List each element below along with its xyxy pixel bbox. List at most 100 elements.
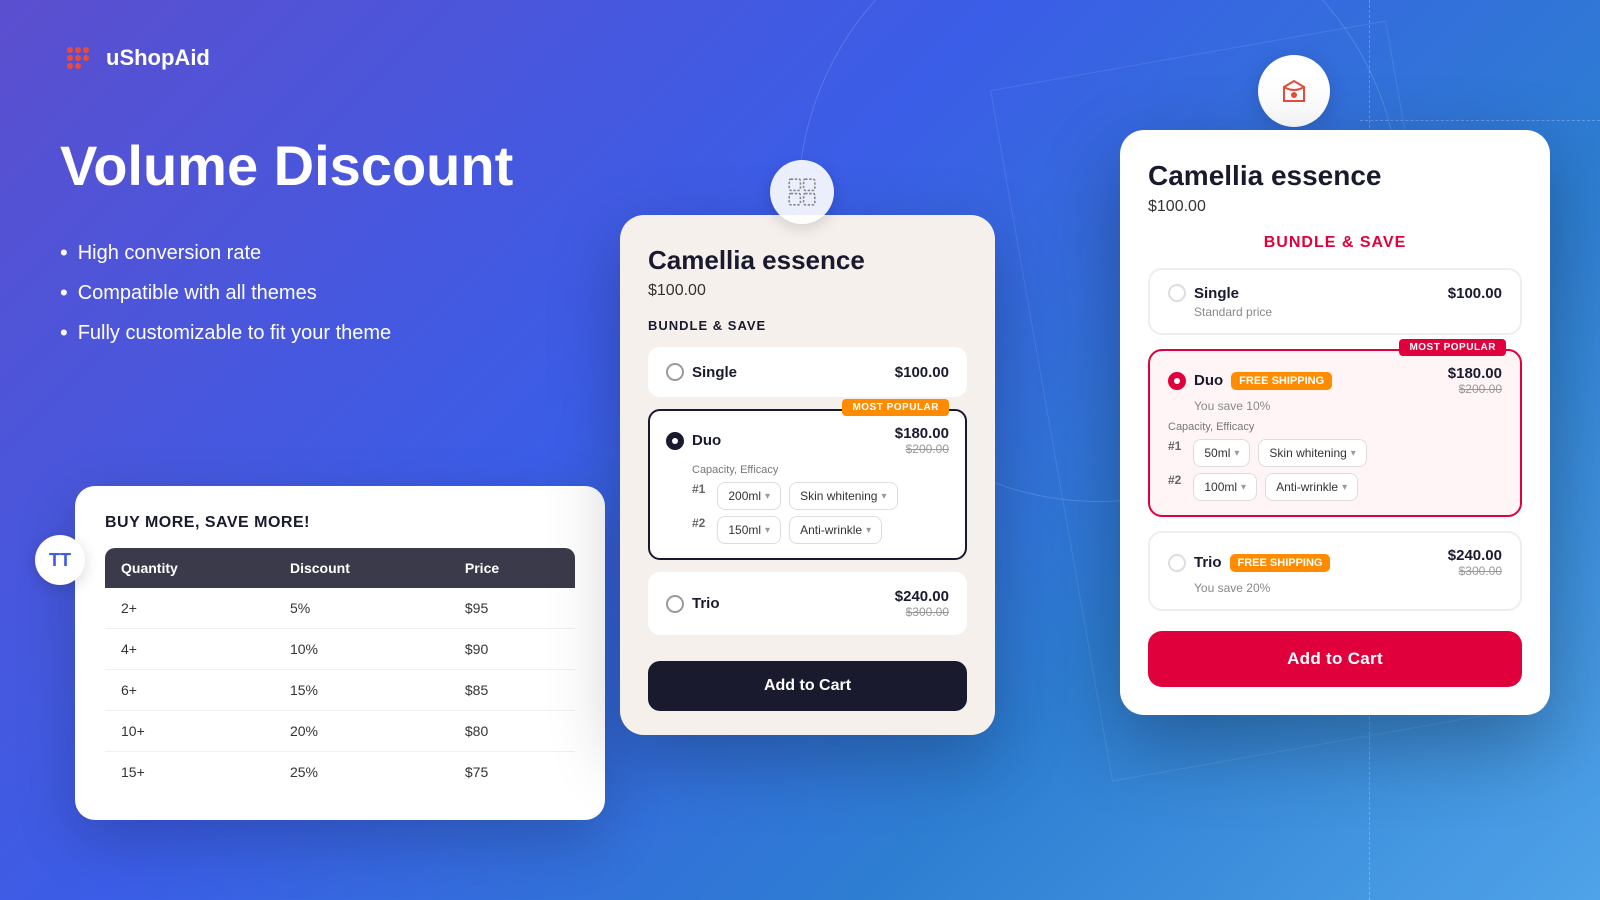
row-num-1: #1 [692, 482, 705, 510]
duo-price-middle: $180.00 [895, 425, 949, 442]
cell-quantity: 4+ [105, 629, 274, 670]
logo-text: uShopAid [106, 45, 210, 71]
discount-table: Quantity Discount Price 2+5%$954+10%$906… [105, 548, 575, 792]
trio-orig-price-right: $300.00 [1448, 564, 1502, 578]
cell-quantity: 6+ [105, 670, 274, 711]
single-label-middle: Single [692, 364, 895, 381]
trio-label-right: Trio [1194, 554, 1222, 571]
single-label-right: Single [1194, 285, 1239, 302]
bullet-3: Fully customizable to fit your theme [60, 320, 391, 346]
single-price-middle: $100.00 [895, 364, 949, 381]
table-row: 4+10%$90 [105, 629, 575, 670]
table-row: 15+25%$75 [105, 752, 575, 793]
right-product-name: Camellia essence [1148, 160, 1522, 192]
cell-quantity: 2+ [105, 588, 274, 629]
cell-price: $90 [449, 629, 575, 670]
right-card: Camellia essence $100.00 BUNDLE & SAVE S… [1120, 130, 1550, 715]
right-option-trio[interactable]: Trio FREE SHIPPING $240.00 $300.00 You s… [1148, 531, 1522, 611]
right-product-price: $100.00 [1148, 198, 1522, 216]
top-right-icon-circle [1258, 55, 1330, 127]
add-to-cart-button-middle[interactable]: Add to Cart [648, 661, 967, 711]
hero-title: Volume Discount [60, 135, 513, 197]
selection-icon [786, 176, 818, 208]
cell-price: $75 [449, 752, 575, 793]
trio-price-middle: $240.00 [895, 588, 949, 605]
middle-option-duo[interactable]: MOST POPULAR Duo $180.00 $200.00 Capacit… [648, 409, 967, 560]
dropdowns-row-2-middle: #2 150ml ▾ Anti-wrinkle ▾ [692, 516, 949, 544]
trio-price-right: $240.00 [1448, 547, 1502, 564]
row-num-2: #2 [692, 516, 705, 544]
type-dropdown-2-right[interactable]: Anti-wrinkle ▾ [1265, 473, 1358, 501]
middle-option-single[interactable]: Single $100.00 [648, 347, 967, 397]
radio-single-middle[interactable] [666, 363, 684, 381]
table-row: 10+20%$80 [105, 711, 575, 752]
cell-discount: 5% [274, 588, 449, 629]
cell-quantity: 15+ [105, 752, 274, 793]
logo-icon [60, 40, 96, 76]
trio-orig-price-middle: $300.00 [895, 605, 949, 619]
table-row: 6+15%$85 [105, 670, 575, 711]
type-dropdown-2-middle[interactable]: Anti-wrinkle ▾ [789, 516, 882, 544]
col-price: Price [449, 548, 575, 588]
duo-orig-price-right: $200.00 [1448, 382, 1502, 396]
cell-price: $95 [449, 588, 575, 629]
add-to-cart-button-right[interactable]: Add to Cart [1148, 631, 1522, 687]
size-dropdown-2-right[interactable]: 100ml ▾ [1193, 473, 1257, 501]
radio-trio-right[interactable] [1168, 554, 1186, 572]
col-discount: Discount [274, 548, 449, 588]
free-shipping-badge-duo: FREE SHIPPING [1231, 372, 1332, 390]
col-quantity: Quantity [105, 548, 274, 588]
radio-trio-middle[interactable] [666, 595, 684, 613]
dashed-line-h1 [1360, 120, 1600, 121]
middle-option-trio[interactable]: Trio $240.00 $300.00 [648, 572, 967, 635]
duo-label-right: Duo [1194, 372, 1223, 389]
cell-discount: 10% [274, 629, 449, 670]
middle-product-price: $100.00 [648, 282, 967, 300]
size-dropdown-2-middle[interactable]: 150ml ▾ [717, 516, 781, 544]
duo-label-middle: Duo [692, 432, 895, 449]
middle-card: Camellia essence $100.00 BUNDLE & SAVE S… [620, 215, 995, 735]
middle-icon-circle [770, 160, 834, 224]
duo-orig-price-middle: $200.00 [895, 442, 949, 456]
type-dropdown-1-middle[interactable]: Skin whitening ▾ [789, 482, 897, 510]
single-price-right: $100.00 [1448, 285, 1502, 302]
table-row: 2+5%$95 [105, 588, 575, 629]
radio-single-right[interactable] [1168, 284, 1186, 302]
dropdowns-row-1-middle: #1 200ml ▾ Skin whitening ▾ [692, 482, 949, 510]
table-card: BUY MORE, SAVE MORE! Quantity Discount P… [75, 486, 605, 820]
cell-discount: 20% [274, 711, 449, 752]
right-option-duo[interactable]: MOST POPULAR Duo FREE SHIPPING $180.00 $… [1148, 349, 1522, 517]
cell-discount: 15% [274, 670, 449, 711]
type-dropdown-1-right[interactable]: Skin whitening ▾ [1258, 439, 1366, 467]
size-dropdown-1-right[interactable]: 50ml ▾ [1193, 439, 1250, 467]
dropdowns-row-1-right: #1 50ml ▾ Skin whitening ▾ [1168, 439, 1502, 467]
cell-quantity: 10+ [105, 711, 274, 752]
radio-duo-right[interactable] [1168, 372, 1186, 390]
duo-price-right: $180.00 [1448, 365, 1502, 382]
hero-bullets: High conversion rate Compatible with all… [60, 240, 391, 346]
dropdowns-row-2-right: #2 100ml ▾ Anti-wrinkle ▾ [1168, 473, 1502, 501]
tt-icon: TT [35, 535, 85, 585]
bullet-1: High conversion rate [60, 240, 391, 266]
single-sublabel-right: Standard price [1194, 305, 1502, 319]
bullet-2: Compatible with all themes [60, 280, 391, 306]
middle-product-name: Camellia essence [648, 245, 967, 276]
right-bundle-label: BUNDLE & SAVE [1148, 234, 1522, 252]
trio-label-middle: Trio [692, 595, 895, 612]
header: uShopAid [60, 40, 210, 76]
free-shipping-badge-trio: FREE SHIPPING [1230, 554, 1331, 572]
size-dropdown-1-middle[interactable]: 200ml ▾ [717, 482, 781, 510]
fill-icon [1276, 73, 1312, 109]
cell-price: $85 [449, 670, 575, 711]
most-popular-badge-middle: MOST POPULAR [842, 399, 949, 416]
table-card-title: BUY MORE, SAVE MORE! [105, 514, 575, 532]
cell-discount: 25% [274, 752, 449, 793]
capacity-label-middle: Capacity, Efficacy [692, 464, 949, 476]
duo-save-right: You save 10% [1194, 399, 1502, 413]
row-num-2-right: #2 [1168, 473, 1181, 501]
capacity-label-right: Capacity, Efficacy [1168, 421, 1502, 433]
cell-price: $80 [449, 711, 575, 752]
radio-duo-middle[interactable] [666, 432, 684, 450]
right-option-single[interactable]: Single $100.00 Standard price [1148, 268, 1522, 335]
row-num-1-right: #1 [1168, 439, 1181, 467]
